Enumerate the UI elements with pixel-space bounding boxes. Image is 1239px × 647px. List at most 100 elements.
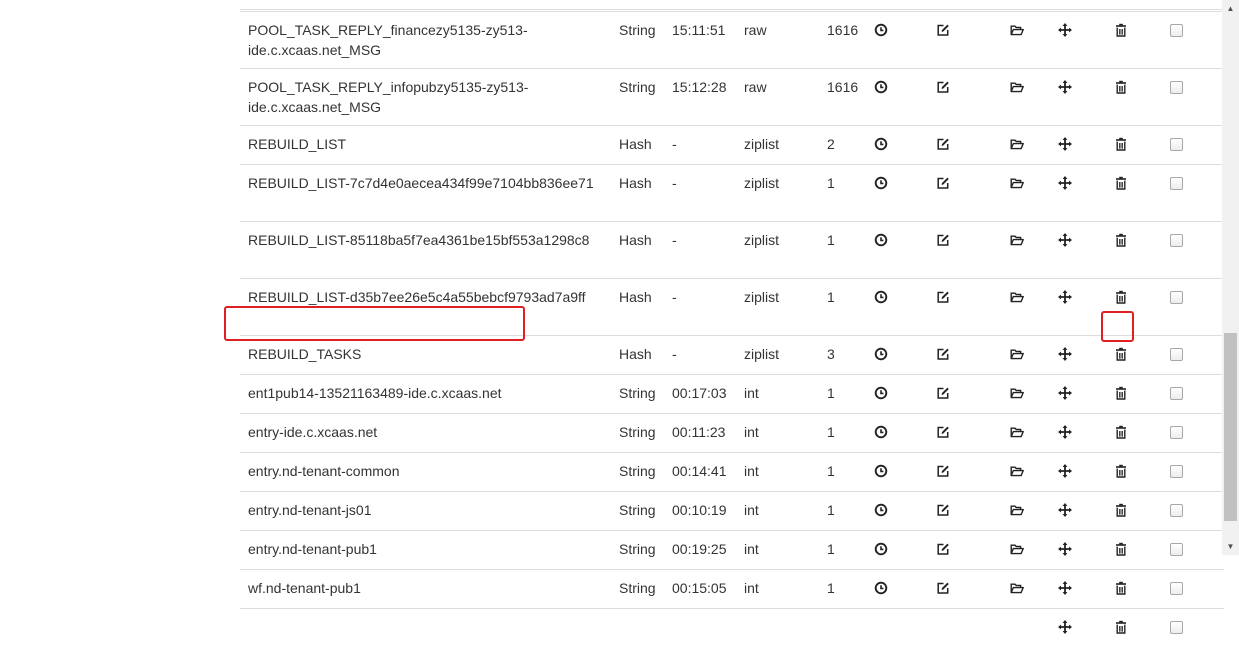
trash-icon[interactable] [1114,464,1128,478]
edit-icon[interactable] [936,386,950,400]
clock-icon[interactable] [874,347,888,361]
trash-icon[interactable] [1114,503,1128,517]
vertical-scrollbar[interactable]: ▲ ▼ [1222,0,1239,555]
move-icon[interactable] [1058,290,1072,304]
folder-open-icon[interactable] [1010,542,1024,556]
row-checkbox[interactable] [1170,81,1183,94]
move-icon[interactable] [1058,176,1072,190]
row-checkbox[interactable] [1170,348,1183,361]
trash-icon[interactable] [1114,176,1128,190]
folder-open-icon[interactable] [1010,425,1024,439]
clock-icon[interactable] [874,386,888,400]
folder-open-icon[interactable] [1010,80,1024,94]
trash-icon[interactable] [1114,80,1128,94]
move-icon[interactable] [1058,233,1072,247]
edit-icon[interactable] [936,176,950,190]
folder-open-icon[interactable] [1010,581,1024,595]
clock-icon[interactable] [874,425,888,439]
move-icon[interactable] [1058,137,1072,151]
clock-icon[interactable] [874,80,888,94]
trash-icon[interactable] [1114,23,1128,37]
select-all-checkbox[interactable] [1170,621,1183,634]
edit-icon[interactable] [936,23,950,37]
folder-open-icon[interactable] [1010,503,1024,517]
edit-icon[interactable] [936,542,950,556]
move-icon[interactable] [1058,425,1072,439]
key-name[interactable]: REBUILD_LIST-85118ba5f7ea4361be15bf553a1… [240,222,611,279]
move-icon[interactable] [1058,347,1072,361]
row-checkbox[interactable] [1170,291,1183,304]
trash-icon[interactable] [1114,233,1128,247]
trash-icon[interactable] [1114,137,1128,151]
row-checkbox[interactable] [1170,465,1183,478]
row-checkbox[interactable] [1170,387,1183,400]
move-icon[interactable] [1058,542,1072,556]
key-name[interactable]: ent1pub14-13521163489-ide.c.xcaas.net [240,375,611,414]
row-checkbox[interactable] [1170,504,1183,517]
clock-icon[interactable] [874,464,888,478]
trash-icon[interactable] [1114,290,1128,304]
folder-open-icon[interactable] [1010,464,1024,478]
clock-icon[interactable] [874,233,888,247]
clock-icon[interactable] [874,503,888,517]
folder-open-icon[interactable] [1010,137,1024,151]
scrollbar-thumb[interactable] [1224,333,1237,521]
clock-icon[interactable] [874,176,888,190]
key-name[interactable]: entry.nd-tenant-pub1 [240,531,611,570]
move-icon[interactable] [1058,620,1072,634]
move-icon[interactable] [1058,503,1072,517]
edit-icon[interactable] [936,347,950,361]
clock-icon[interactable] [874,137,888,151]
scroll-down-arrow[interactable]: ▼ [1222,538,1239,555]
move-icon[interactable] [1058,386,1072,400]
folder-open-icon[interactable] [1010,23,1024,37]
move-icon[interactable] [1058,581,1072,595]
clock-icon[interactable] [874,581,888,595]
row-checkbox[interactable] [1170,138,1183,151]
key-name[interactable]: entry.nd-tenant-js01 [240,492,611,531]
trash-icon[interactable] [1114,620,1128,634]
key-name[interactable]: REBUILD_TASKS [240,336,611,375]
move-icon[interactable] [1058,464,1072,478]
edit-icon[interactable] [936,503,950,517]
edit-icon[interactable] [936,290,950,304]
edit-icon[interactable] [936,464,950,478]
key-encoding: int [736,414,819,453]
key-name[interactable]: REBUILD_LIST-d35b7ee26e5c4a55bebcf9793ad… [240,279,611,336]
key-name[interactable]: wf.nd-tenant-pub1 [240,570,611,609]
edit-icon[interactable] [936,581,950,595]
scroll-up-arrow[interactable]: ▲ [1222,0,1239,17]
edit-icon[interactable] [936,137,950,151]
trash-icon[interactable] [1114,386,1128,400]
edit-icon[interactable] [936,233,950,247]
move-icon[interactable] [1058,80,1072,94]
row-checkbox[interactable] [1170,582,1183,595]
edit-icon[interactable] [936,425,950,439]
key-name[interactable]: entry-ide.c.xcaas.net [240,414,611,453]
trash-cell [1106,69,1162,126]
key-name[interactable]: POOL_TASK_REPLY_infopubzy5135-zy513-ide.… [240,69,611,126]
key-name[interactable]: POOL_TASK_REPLY_financezy5135-zy513-ide.… [240,12,611,69]
row-checkbox[interactable] [1170,24,1183,37]
row-checkbox[interactable] [1170,177,1183,190]
clock-icon[interactable] [874,290,888,304]
folder-open-icon[interactable] [1010,176,1024,190]
move-icon[interactable] [1058,23,1072,37]
clock-icon[interactable] [874,23,888,37]
trash-icon[interactable] [1114,425,1128,439]
key-name[interactable]: REBUILD_LIST-7c7d4e0aecea434f99e7104bb83… [240,165,611,222]
folder-open-icon[interactable] [1010,347,1024,361]
folder-open-icon[interactable] [1010,233,1024,247]
row-checkbox[interactable] [1170,426,1183,439]
edit-icon[interactable] [936,80,950,94]
row-checkbox[interactable] [1170,543,1183,556]
trash-icon[interactable] [1114,581,1128,595]
row-checkbox[interactable] [1170,234,1183,247]
clock-icon[interactable] [874,542,888,556]
key-name[interactable]: entry.nd-tenant-common [240,453,611,492]
trash-icon[interactable] [1114,347,1128,361]
folder-open-icon[interactable] [1010,290,1024,304]
trash-icon[interactable] [1114,542,1128,556]
key-name[interactable]: REBUILD_LIST [240,126,611,165]
folder-open-icon[interactable] [1010,386,1024,400]
